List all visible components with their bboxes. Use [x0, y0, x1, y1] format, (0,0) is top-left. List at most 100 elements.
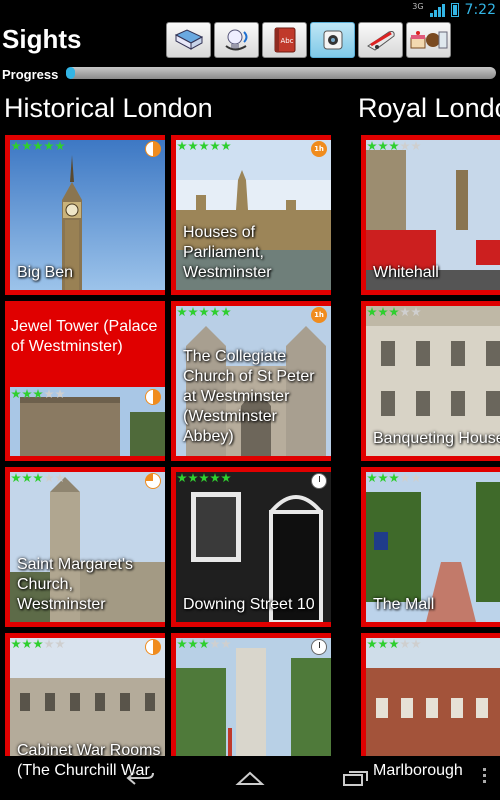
star-icon: [378, 141, 388, 151]
star-icon: [55, 141, 65, 151]
star-icon: [188, 141, 198, 151]
sight-card-marlborough[interactable]: Marlborough: [361, 633, 500, 793]
star-icon: [378, 639, 388, 649]
transport-icon: [366, 31, 395, 51]
star-icon: [11, 389, 21, 399]
sight-card-downing-street-10[interactable]: Downing Street 10: [171, 467, 331, 627]
status-bar: 3G 7:22: [0, 0, 500, 20]
duration-badge: [311, 639, 327, 655]
star-icon: [33, 473, 43, 483]
star-icon: [188, 639, 198, 649]
status-indicators: 3G 7:22: [412, 0, 496, 20]
star-icon: [210, 307, 220, 317]
star-icon: [400, 473, 410, 483]
camera-icon: [323, 30, 342, 50]
sight-card-houses-of-parliament[interactable]: 1h Houses of Parliament, Westminster: [171, 135, 331, 295]
star-icon: [378, 307, 388, 317]
rating-stars: [11, 473, 65, 483]
sight-card-big-ben[interactable]: Big Ben: [5, 135, 165, 295]
toolbar: Abc: [166, 22, 451, 58]
sight-title: Whitehall: [373, 264, 439, 281]
star-icon: [55, 473, 65, 483]
audio-guide-button[interactable]: [214, 22, 259, 58]
star-icon: [400, 639, 410, 649]
star-icon: [44, 473, 54, 483]
star-icon: [44, 141, 54, 151]
camera-button[interactable]: [310, 22, 355, 58]
sight-card-cabinet-war-rooms[interactable]: Cabinet War Rooms (The Churchill War: [5, 633, 165, 793]
recent-apps-button[interactable]: [336, 766, 376, 790]
star-icon: [199, 307, 209, 317]
sight-title: The Collegiate Church of St Peter at Wes…: [183, 348, 315, 445]
star-icon: [400, 141, 410, 151]
star-icon: [177, 639, 187, 649]
star-icon: [411, 473, 421, 483]
sight-title: Saint Margaret's Church, Westminster: [17, 556, 133, 613]
star-icon: [55, 639, 65, 649]
progress-label: Progress: [2, 67, 59, 82]
sight-card-banqueting-house[interactable]: 1h Banqueting House: [361, 301, 500, 461]
sight-card-whitehall[interactable]: Whitehall: [361, 135, 500, 295]
star-icon: [22, 141, 32, 151]
rating-stars: [177, 307, 231, 317]
star-icon: [188, 473, 198, 483]
star-icon: [44, 389, 54, 399]
rating-stars: [367, 639, 421, 649]
map-button[interactable]: [166, 22, 211, 58]
sight-card-saint-margarets-church[interactable]: Saint Margaret's Church, Westminster: [5, 467, 165, 627]
star-icon: [411, 307, 421, 317]
star-icon: [11, 473, 21, 483]
sight-card-jewel-tower[interactable]: Jewel Tower (Palace of Westminster): [5, 301, 165, 461]
map-icon: [174, 29, 203, 50]
home-button[interactable]: [230, 766, 270, 790]
star-icon: [22, 639, 32, 649]
star-icon: [411, 639, 421, 649]
rating-stars: [177, 473, 231, 483]
star-icon: [177, 307, 187, 317]
home-icon: [235, 771, 265, 785]
sight-card-westminster-abbey[interactable]: 1h The Collegiate Church of St Peter at …: [171, 301, 331, 461]
duration-badge: [145, 389, 161, 405]
star-icon: [177, 141, 187, 151]
star-icon: [44, 639, 54, 649]
star-icon: [389, 473, 399, 483]
star-icon: [221, 307, 231, 317]
sight-title: Jewel Tower (Palace of Westminster): [11, 318, 158, 355]
svg-text:Abc: Abc: [280, 37, 293, 45]
star-icon: [367, 473, 377, 483]
phrasebook-button[interactable]: Abc: [262, 22, 307, 58]
signal-icon: [429, 3, 445, 17]
star-icon: [411, 141, 421, 151]
star-icon: [210, 141, 220, 151]
star-icon: [210, 639, 220, 649]
star-icon: [22, 473, 32, 483]
sight-title: Downing Street 10: [183, 596, 315, 613]
section-title-royal-london: Royal London: [358, 93, 500, 123]
rating-stars: [11, 389, 65, 399]
star-icon: [177, 473, 187, 483]
star-icon: [221, 639, 231, 649]
battery-icon: [450, 3, 459, 17]
sight-title: Banqueting House: [373, 430, 500, 447]
sight-card-the-mall[interactable]: The Mall: [361, 467, 500, 627]
transport-button[interactable]: [358, 22, 403, 58]
star-icon: [378, 473, 388, 483]
rating-stars: [367, 141, 421, 151]
food-drink-icon: [410, 31, 447, 49]
food-drink-button[interactable]: [406, 22, 451, 58]
star-icon: [33, 639, 43, 649]
progress-row: Progress: [0, 64, 500, 86]
star-icon: [367, 141, 377, 151]
star-icon: [367, 639, 377, 649]
audio-guide-icon: [224, 29, 247, 51]
phrasebook-icon: Abc: [274, 27, 295, 53]
duration-badge: [145, 639, 161, 655]
star-icon: [367, 307, 377, 317]
progress-bar: [66, 67, 496, 79]
sight-title: Marlborough: [373, 762, 463, 779]
star-icon: [199, 639, 209, 649]
recent-apps-icon: [343, 771, 368, 786]
star-icon: [210, 473, 220, 483]
duration-badge: [145, 473, 161, 489]
star-icon: [11, 639, 21, 649]
